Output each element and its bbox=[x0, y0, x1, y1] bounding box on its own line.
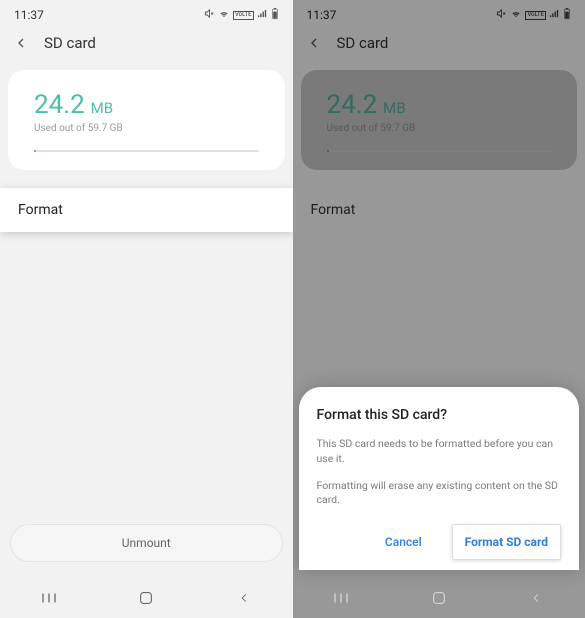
dialog-actions: Cancel Format SD card bbox=[317, 520, 562, 560]
dialog-title: Format this SD card? bbox=[317, 407, 562, 423]
dialog-overlay[interactable]: Format this SD card? This SD card needs … bbox=[293, 0, 585, 618]
status-bar: 11:37 VoLTE bbox=[0, 0, 293, 24]
nav-back-icon[interactable] bbox=[230, 584, 258, 612]
cancel-button[interactable]: Cancel bbox=[379, 527, 428, 557]
nav-recents-icon[interactable] bbox=[35, 584, 63, 612]
usage-progress-fill bbox=[34, 150, 36, 152]
format-dialog: Format this SD card? This SD card needs … bbox=[299, 387, 580, 570]
nav-bar bbox=[293, 578, 585, 618]
back-icon[interactable] bbox=[12, 34, 30, 52]
usage-unit: MB bbox=[91, 99, 113, 117]
wifi-icon bbox=[218, 8, 230, 22]
usage-progress bbox=[34, 150, 259, 152]
nav-back-icon[interactable] bbox=[522, 584, 550, 612]
screen-sd-card-dialog: 11:37 VoLTE SD card 24.2 MB Use bbox=[293, 0, 585, 618]
screen-sd-card: 11:37 VoLTE SD card 24.2 MB Use bbox=[0, 0, 293, 618]
signal-icon bbox=[257, 8, 268, 22]
format-sd-button[interactable]: Format SD card bbox=[452, 524, 561, 560]
status-icons: VoLTE bbox=[204, 8, 279, 23]
nav-recents-icon[interactable] bbox=[327, 584, 355, 612]
page-title: SD card bbox=[44, 34, 96, 52]
nav-bar bbox=[0, 578, 293, 618]
page-header: SD card bbox=[0, 24, 293, 62]
mute-icon bbox=[204, 8, 215, 22]
unmount-button[interactable]: Unmount bbox=[10, 524, 283, 562]
battery-icon bbox=[271, 8, 279, 23]
status-time: 11:37 bbox=[14, 8, 44, 22]
dialog-text-2: Formatting will erase any existing conte… bbox=[317, 479, 562, 508]
usage-card: 24.2 MB Used out of 59.7 GB bbox=[8, 70, 285, 170]
nav-home-icon[interactable] bbox=[425, 584, 453, 612]
usage-subtext: Used out of 59.7 GB bbox=[34, 123, 259, 134]
volte-icon: VoLTE bbox=[233, 11, 254, 20]
dialog-text-1: This SD card needs to be formatted befor… bbox=[317, 437, 562, 466]
format-button[interactable]: Format bbox=[0, 188, 293, 232]
nav-home-icon[interactable] bbox=[132, 584, 160, 612]
usage-amount: 24.2 bbox=[34, 90, 85, 120]
